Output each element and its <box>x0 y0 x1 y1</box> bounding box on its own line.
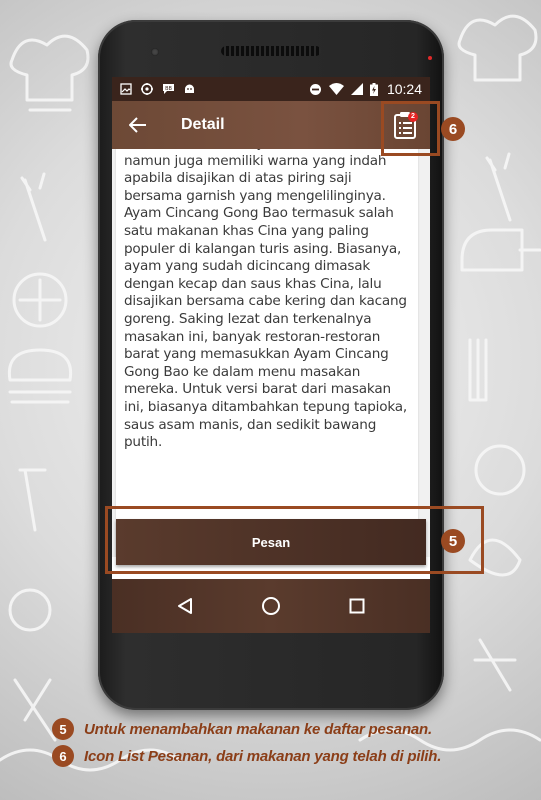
nav-recents-button[interactable] <box>339 588 375 624</box>
highlight-box-order-list <box>381 101 440 156</box>
app-notification-icon <box>141 83 153 95</box>
status-time: 10:24 <box>386 81 422 97</box>
circle-home-icon <box>262 597 280 615</box>
legend-row-5: 5 Untuk menambahkan makanan ke daftar pe… <box>52 717 441 741</box>
page-title: Detail <box>181 116 225 133</box>
notification-led <box>428 56 432 60</box>
legend: 5 Untuk menambahkan makanan ke daftar pe… <box>52 717 441 771</box>
battery-charging-icon <box>369 82 378 96</box>
status-bar: BB 10:24 <box>112 77 430 101</box>
front-camera <box>151 48 159 56</box>
legend-marker-5: 5 <box>52 718 74 740</box>
svg-text:BB: BB <box>165 86 172 92</box>
signal-icon <box>350 83 363 95</box>
chat-notification-icon: BB <box>163 84 174 94</box>
annotation-marker-5: 5 <box>441 529 465 553</box>
food-description: Masakan ini tak hanya lezat di lidah, na… <box>124 149 408 451</box>
legend-text-5: Untuk menambahkan makanan ke daftar pesa… <box>84 720 432 738</box>
back-arrow-icon <box>129 117 146 133</box>
back-button[interactable] <box>112 101 164 149</box>
nav-back-button[interactable] <box>167 588 203 624</box>
description-card: Masakan ini tak hanya lezat di lidah, na… <box>116 149 418 557</box>
legend-marker-6: 6 <box>52 745 74 767</box>
navigation-bar <box>112 579 430 633</box>
image-notification-icon <box>120 83 132 95</box>
android-notification-icon <box>185 84 194 93</box>
earpiece-speaker <box>221 46 321 56</box>
nav-home-button[interactable] <box>253 588 289 624</box>
detail-content[interactable]: Masakan ini tak hanya lezat di lidah, na… <box>112 149 430 557</box>
legend-row-6: 6 Icon List Pesanan, dari makanan yang t… <box>52 744 441 768</box>
triangle-back-icon <box>178 598 192 614</box>
highlight-box-order-button <box>105 506 484 574</box>
square-recents-icon <box>349 598 365 614</box>
annotation-marker-6: 6 <box>441 117 465 141</box>
wifi-icon <box>328 83 344 95</box>
legend-text-6: Icon List Pesanan, dari makanan yang tel… <box>84 747 442 765</box>
do-not-disturb-icon <box>309 83 321 95</box>
